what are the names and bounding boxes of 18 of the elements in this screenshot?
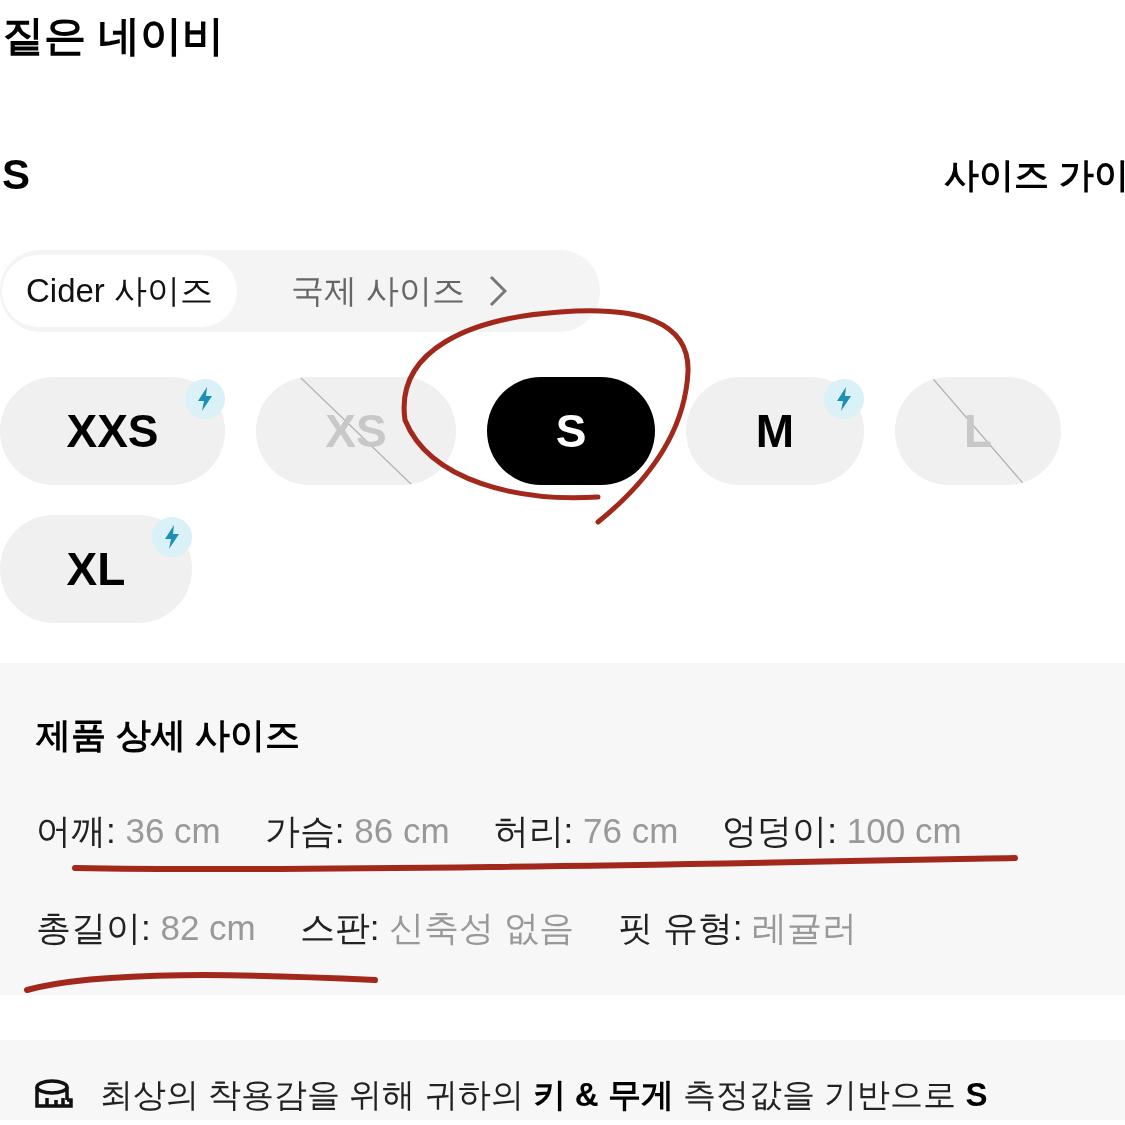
size-tab[interactable]: Cider 사이즈 [2,255,238,327]
measurement: 어깨: 36 cm [36,810,221,852]
measurement: 가슴: 86 cm [264,810,450,852]
measurement: 총길이: 82 cm [36,907,256,949]
section-title: 제품 상세 사이즈 [36,714,302,756]
size-option[interactable]: XXS [0,377,225,485]
size-option[interactable]: XL [0,515,192,623]
measurement: 허리: 76 cm [493,810,679,852]
size-option[interactable]: S [487,377,655,485]
selected-size: S [2,150,30,200]
measurement: 스판: 신축성 없음 [299,907,574,949]
size-tab[interactable]: 국제 사이즈 [267,255,532,327]
color-name: 짙은 네이비 [2,11,225,61]
recommendation-text: 최상의 착용감을 위해 귀하의 키 & 무게 측정값을 기반으로 S [100,1075,988,1115]
size-guide-link[interactable]: 사이즈 가이 [944,150,1125,200]
measurement: 핏 유형: 레귤러 [618,907,858,949]
measurement: 엉덩이: 100 cm [722,810,962,852]
size-option[interactable]: M [686,377,864,485]
